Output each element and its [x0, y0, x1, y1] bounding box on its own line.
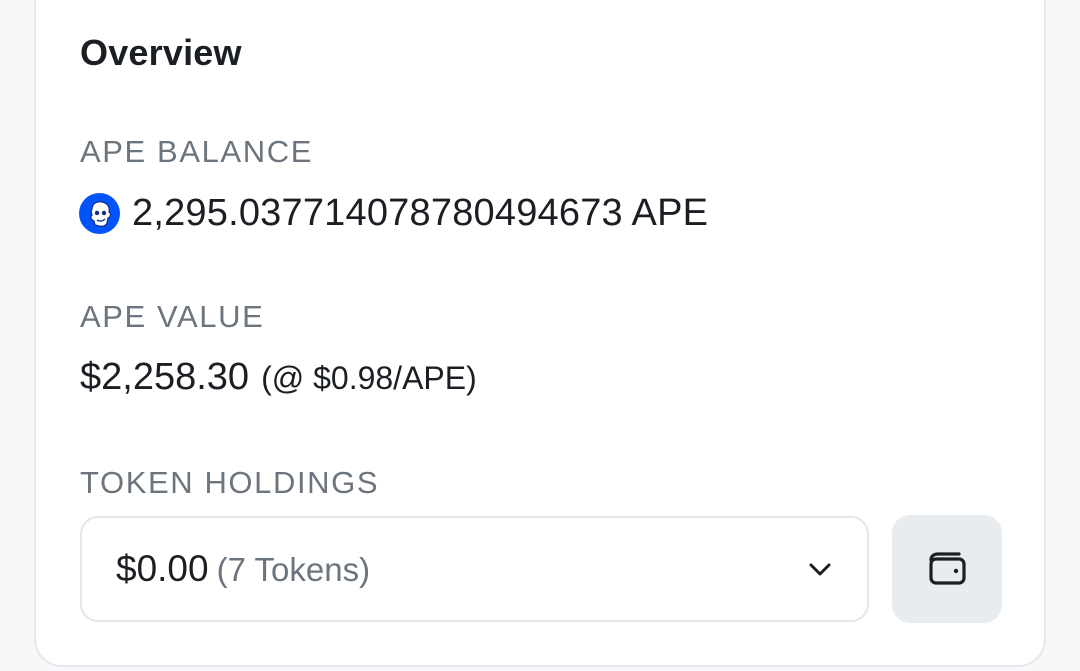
- ape-value-label: APE VALUE: [80, 299, 265, 334]
- token-holdings-dropdown[interactable]: $0.00 (7 Tokens): [80, 516, 869, 622]
- ape-balance-label: APE BALANCE: [80, 134, 313, 169]
- token-holdings-value: $0.00: [116, 548, 209, 589]
- overview-title: Overview: [80, 32, 242, 73]
- token-holdings-summary: $0.00 (7 Tokens): [116, 548, 370, 590]
- wallet-icon: [929, 552, 966, 585]
- ape-glyph: [89, 200, 111, 227]
- ape-token-icon: [79, 193, 120, 234]
- wallet-button[interactable]: [892, 515, 1002, 623]
- ape-balance-amount: 2,295.03771407878049467​3 APE: [132, 192, 709, 234]
- ape-value-usd: $2,258.30: [80, 356, 250, 398]
- chevron-down-icon: [809, 563, 831, 576]
- ape-value-rate: (@ $0.98/APE): [261, 360, 477, 396]
- token-holdings-count: (7 Tokens): [216, 551, 371, 588]
- token-holdings-label: TOKEN HOLDINGS: [80, 465, 380, 500]
- ape-balance-row: 2,295.03771407878049467​3 APE: [79, 192, 708, 235]
- ape-value-row: $2,258.30 (@ $0.98/APE): [80, 356, 477, 399]
